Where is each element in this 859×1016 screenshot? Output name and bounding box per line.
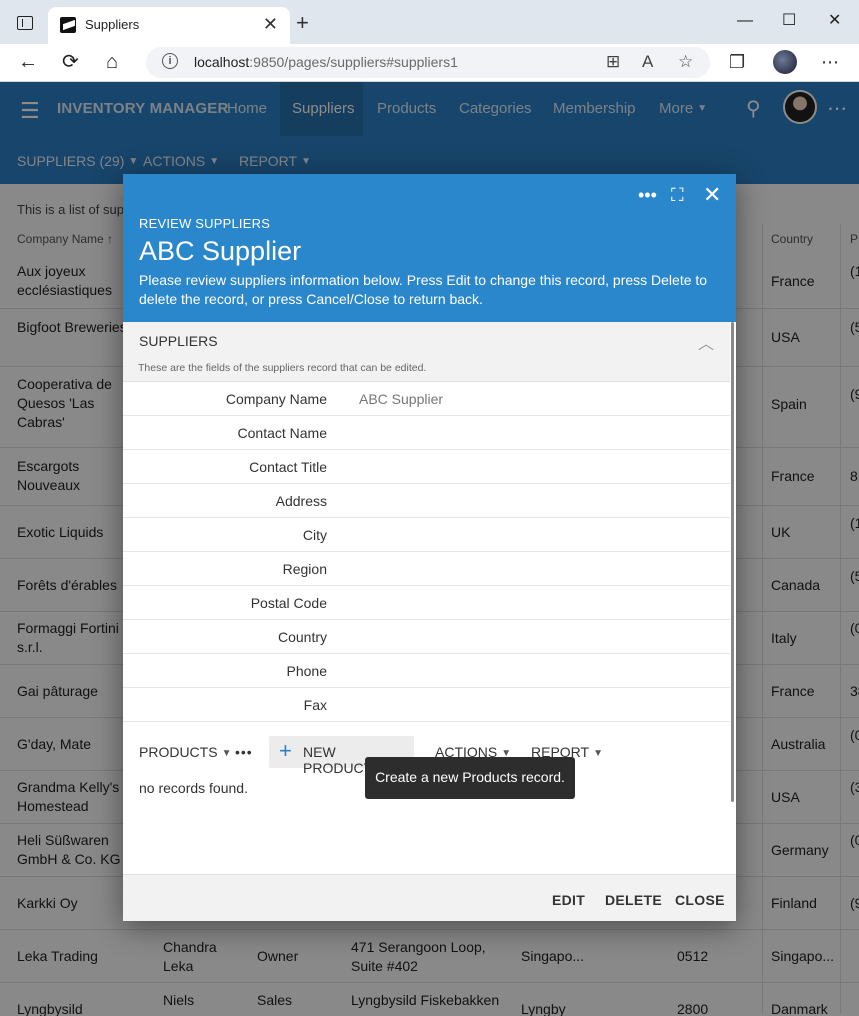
products-more-icon[interactable]: •••: [235, 744, 253, 760]
no-records-message: no records found.: [139, 780, 248, 796]
close-button[interactable]: CLOSE: [675, 892, 725, 908]
field-contact-name[interactable]: Contact Name: [123, 416, 730, 450]
tab-actions-icon[interactable]: [17, 16, 33, 30]
browser-toolbar: ← ⟳ ⌂ i localhost:9850/pages/suppliers#s…: [0, 44, 859, 82]
field-label: City: [302, 527, 327, 543]
settings-more-icon[interactable]: ⋯: [821, 51, 839, 73]
favorite-add-icon[interactable]: ☆: [678, 52, 693, 72]
browser-tab-suppliers[interactable]: Suppliers ✕: [48, 7, 290, 44]
profile-avatar[interactable]: [773, 50, 797, 74]
dialog-kicker: REVIEW SUPPLIERS: [139, 216, 271, 231]
back-arrow-icon[interactable]: ←: [18, 50, 38, 74]
dialog-footer: EDIT DELETE CLOSE: [123, 874, 736, 921]
tab-title: Suppliers: [85, 17, 140, 32]
browser-titlebar: Suppliers ✕ + — ☐ ✕: [0, 0, 859, 44]
plus-icon: +: [279, 738, 292, 763]
dialog-title: ABC Supplier: [139, 236, 302, 266]
minimize-icon[interactable]: —: [737, 12, 753, 30]
dialog-body: SUPPLIERS These are the fields of the su…: [123, 322, 730, 874]
url-text: localhost:9850/pages/suppliers#suppliers…: [194, 54, 458, 70]
field-label: Company Name: [225, 391, 327, 407]
review-suppliers-dialog: ••• ⛶ ✕ REVIEW SUPPLIERS ABC Supplier Pl…: [123, 174, 736, 921]
site-info-icon[interactable]: i: [162, 53, 178, 69]
suppliers-section-header[interactable]: SUPPLIERS These are the fields of the su…: [123, 322, 730, 382]
chevron-up-icon[interactable]: ︿: [698, 330, 714, 354]
dialog-more-icon[interactable]: •••: [638, 184, 657, 206]
field-value: ABC Supplier: [359, 391, 444, 407]
field-label: Postal Code: [250, 595, 327, 611]
field-company-name[interactable]: Company Name ABC Supplier: [123, 382, 730, 416]
collections-icon[interactable]: ❐: [729, 51, 745, 73]
field-label: Phone: [286, 663, 327, 679]
field-label: Contact Name: [237, 425, 327, 441]
section-title: SUPPLIERS: [139, 333, 218, 349]
scrollbar-thumb[interactable]: [731, 322, 734, 802]
site-favicon-icon: [60, 17, 76, 33]
dialog-scrollbar[interactable]: [730, 322, 736, 874]
dialog-description: Please review suppliers information belo…: [139, 272, 708, 307]
dialog-close-icon[interactable]: ✕: [703, 184, 721, 206]
field-postal-code[interactable]: Postal Code: [123, 586, 730, 620]
products-view-menu[interactable]: PRODUCTS ▼: [139, 744, 231, 760]
home-icon[interactable]: ⌂: [106, 50, 118, 74]
field-city[interactable]: City: [123, 518, 730, 552]
field-fax[interactable]: Fax: [123, 688, 730, 722]
field-label: Region: [282, 561, 327, 577]
section-hint: These are the fields of the suppliers re…: [138, 362, 427, 374]
address-bar[interactable]: i localhost:9850/pages/suppliers#supplie…: [146, 47, 710, 78]
window-close-icon[interactable]: ✕: [828, 12, 841, 30]
tab-close-icon[interactable]: ✕: [263, 14, 278, 34]
field-contact-title[interactable]: Contact Title: [123, 450, 730, 484]
fullscreen-icon[interactable]: ⛶: [671, 184, 684, 206]
delete-button[interactable]: DELETE: [605, 892, 662, 908]
edit-button[interactable]: EDIT: [552, 892, 585, 908]
apps-install-icon[interactable]: ⊞: [606, 52, 620, 72]
field-label: Contact Title: [249, 459, 327, 475]
refresh-icon[interactable]: ⟳: [62, 50, 79, 74]
new-products-tooltip: Create a new Products record.: [365, 757, 575, 799]
field-label: Fax: [303, 697, 327, 713]
field-country[interactable]: Country: [123, 620, 730, 654]
field-address[interactable]: Address: [123, 484, 730, 518]
field-region[interactable]: Region: [123, 552, 730, 586]
read-aloud-icon[interactable]: A: [642, 52, 653, 72]
field-label: Country: [277, 629, 327, 645]
maximize-icon[interactable]: ☐: [782, 12, 796, 30]
field-phone[interactable]: Phone: [123, 654, 730, 688]
field-label: Address: [275, 493, 327, 509]
dialog-header: ••• ⛶ ✕ REVIEW SUPPLIERS ABC Supplier Pl…: [123, 174, 736, 322]
new-tab-icon[interactable]: +: [296, 11, 309, 35]
